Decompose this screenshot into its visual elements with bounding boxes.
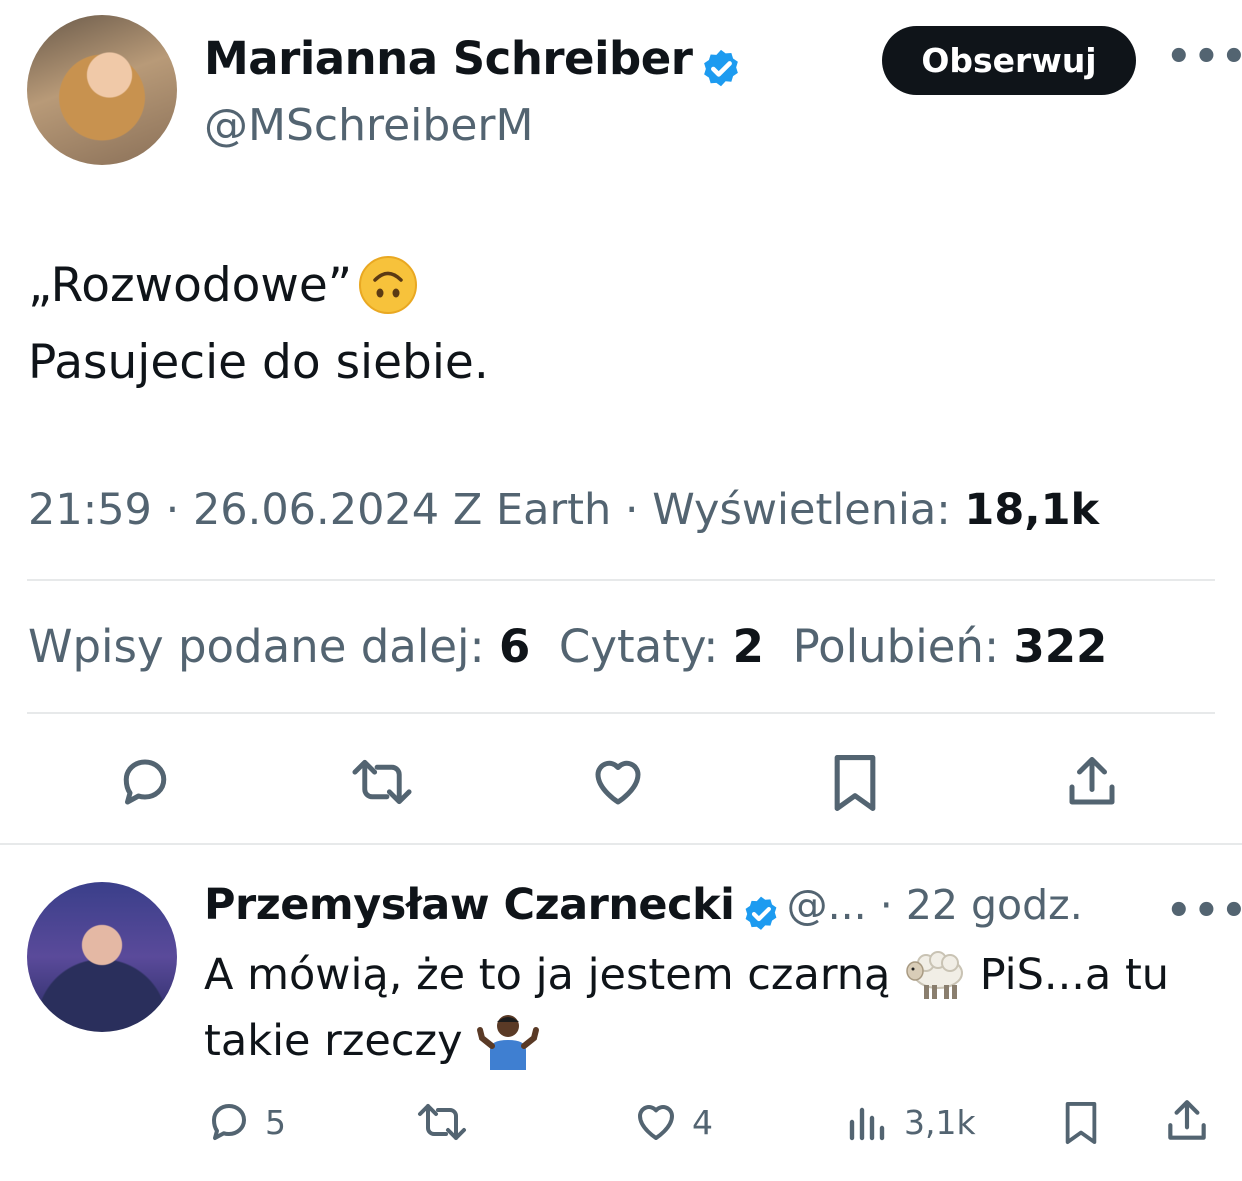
- reply-author-name[interactable]: Przemysław Czarnecki: [204, 880, 735, 930]
- tweet-time[interactable]: 21:59: [28, 485, 152, 535]
- author-avatar[interactable]: [27, 15, 177, 165]
- reply-text-line1: A mówią, że to ja jestem czarną PiS...a …: [204, 942, 1169, 1008]
- reply-bookmark-icon[interactable]: [1060, 1098, 1102, 1152]
- tweet-source: Z Earth: [452, 485, 612, 535]
- retweet-icon[interactable]: [350, 752, 414, 816]
- verified-badge-icon: [703, 49, 738, 86]
- quotes-label: Cytaty:: [558, 620, 719, 673]
- tweet-date[interactable]: 26.06.2024: [193, 485, 439, 535]
- separator-dot: ·: [866, 881, 906, 929]
- views-count: 18,1k: [964, 485, 1100, 535]
- person-shrugging-icon: [477, 1014, 540, 1070]
- more-options-icon[interactable]: •••: [1166, 34, 1242, 80]
- tweet-text-quote: „Rozwodowe”: [28, 258, 353, 313]
- bookmark-icon[interactable]: [827, 752, 883, 818]
- share-icon[interactable]: [1062, 752, 1122, 816]
- reply-icon: [212, 1104, 246, 1140]
- tweet-text-line2: Pasujecie do siebie.: [28, 335, 489, 390]
- author-handle[interactable]: @MSchreiberM: [204, 100, 533, 151]
- reply-text-line2: takie rzeczy: [204, 1008, 540, 1074]
- author-name-row[interactable]: Marianna Schreiber: [204, 32, 744, 93]
- like-icon: [638, 1105, 674, 1140]
- reply-icon[interactable]: [115, 752, 175, 816]
- views-icon: [849, 1107, 885, 1141]
- tweet-text-line1: „Rozwodowe”: [28, 248, 418, 324]
- divider: [27, 712, 1215, 714]
- reply-author-handle[interactable]: @...: [787, 881, 867, 929]
- tweet-stats: Wpisy podane dalej: 6 Cytaty: 2 Polubień…: [28, 620, 1107, 673]
- quotes-count: 2: [732, 620, 764, 673]
- reply-author-avatar[interactable]: [27, 882, 177, 1032]
- retweets-stat[interactable]: Wpisy podane dalej: 6: [28, 620, 530, 673]
- likes-count: 322: [1013, 620, 1108, 673]
- author-name[interactable]: Marianna Schreiber: [204, 32, 693, 85]
- view-count: 3,1k: [904, 1102, 976, 1142]
- reply-reply-button[interactable]: 5: [205, 1098, 286, 1146]
- reply-text-part1: A mówią, że to ja jestem czarną: [204, 950, 891, 1000]
- reply-retweet-icon[interactable]: [416, 1098, 468, 1150]
- verified-badge-icon: [745, 896, 776, 930]
- reply-time[interactable]: 22 godz.: [906, 881, 1083, 929]
- reply-views-button[interactable]: 3,1k: [846, 1098, 976, 1146]
- sheep-icon: [906, 950, 964, 999]
- reply-text-line2-text: takie rzeczy: [204, 1016, 463, 1066]
- upside-down-face-icon: [359, 255, 418, 314]
- follow-button[interactable]: Obserwuj: [882, 26, 1136, 95]
- more-options-icon[interactable]: •••: [1166, 888, 1242, 934]
- likes-stat[interactable]: Polubień: 322: [793, 620, 1108, 673]
- quotes-stat[interactable]: Cytaty: 2: [559, 620, 764, 673]
- reply-text-part2: PiS...a tu: [979, 950, 1170, 1000]
- reply-count: 5: [265, 1102, 286, 1142]
- views-label: Wyświetlenia:: [652, 485, 951, 535]
- likes-label: Polubień:: [792, 620, 1000, 673]
- tweet-meta: 21:59 · 26.06.2024 Z Earth · Wyświetleni…: [28, 485, 1100, 535]
- retweets-count: 6: [499, 620, 531, 673]
- reply-like-button[interactable]: 4: [632, 1098, 713, 1146]
- divider: [0, 843, 1242, 845]
- reply-header: Przemysław Czarnecki @... · 22 godz.: [204, 880, 1083, 936]
- like-count: 4: [692, 1102, 713, 1142]
- reply-share-icon[interactable]: [1162, 1096, 1212, 1150]
- retweets-label: Wpisy podane dalej:: [28, 620, 485, 673]
- divider: [27, 579, 1215, 581]
- like-icon[interactable]: [587, 752, 649, 816]
